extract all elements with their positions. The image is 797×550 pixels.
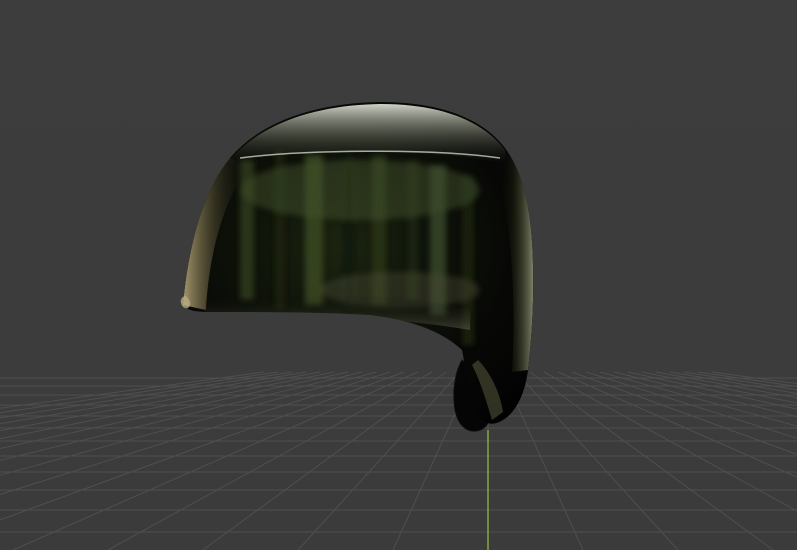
grid-line-depth bbox=[202, 371, 447, 550]
grid-line-depth bbox=[557, 371, 797, 478]
grid-line-depth bbox=[12, 371, 419, 550]
grid-line-depth bbox=[0, 371, 279, 414]
grid-line-depth bbox=[297, 371, 461, 550]
3d-viewport[interactable] bbox=[0, 0, 797, 550]
grid-line-depth bbox=[641, 371, 797, 404]
grid-line-depth bbox=[107, 371, 433, 550]
grid-line-depth bbox=[571, 371, 797, 455]
grid-line-depth bbox=[0, 371, 377, 476]
grid-line-depth bbox=[0, 371, 363, 461]
viewport-canvas[interactable] bbox=[0, 0, 797, 550]
grid-line-depth bbox=[683, 371, 797, 391]
grid-line-depth bbox=[529, 371, 774, 550]
grid-floor bbox=[0, 371, 797, 550]
grid-line-depth bbox=[599, 371, 797, 427]
helmet-model[interactable] bbox=[180, 102, 534, 432]
grid-line-depth bbox=[0, 371, 335, 440]
grid-line-depth bbox=[0, 371, 307, 425]
grid-line-depth bbox=[515, 371, 679, 550]
